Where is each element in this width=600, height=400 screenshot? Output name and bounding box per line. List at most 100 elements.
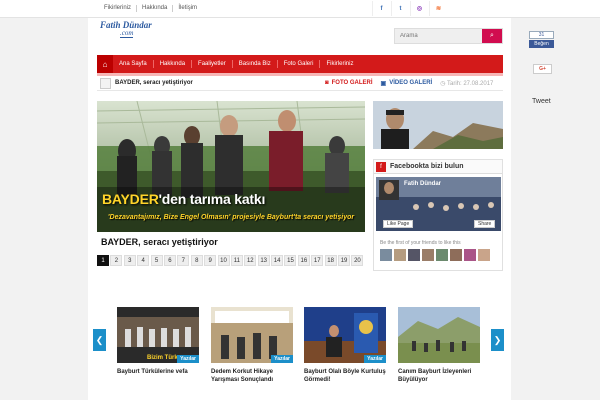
caption-rest: 'den tarıma katkı [158, 191, 266, 207]
card-title[interactable]: Dedem Korkut Hikaye Yarışması Sonuçlandı [211, 368, 293, 384]
pager-page-button[interactable]: 14 [271, 255, 284, 266]
ticker-icon [100, 77, 111, 89]
video-gallery-label: VİDEO GALERİ [389, 80, 433, 86]
home-icon: ⌂ [102, 59, 108, 69]
avatar[interactable] [408, 249, 420, 261]
pager-page-button[interactable]: 17 [311, 255, 324, 266]
pager-page-button[interactable]: 4 [137, 255, 150, 266]
card-title[interactable]: Bayburt Olalı Böyle Kurtuluş Görmedi! [304, 368, 386, 384]
pager-page-button[interactable]: 5 [150, 255, 163, 266]
date-label: ◷ Tarih: 27.08.2017 [440, 80, 493, 87]
photo-gallery-label: FOTO GALERİ [331, 80, 373, 86]
card-title[interactable]: Bayburt Türkülerine vefa [117, 368, 199, 376]
card-image: Yazılar [211, 307, 293, 363]
pager-page-button[interactable]: 15 [284, 255, 297, 266]
pager-page-button[interactable]: 3 [123, 255, 136, 266]
featured-slider[interactable]: BAYDER'den tarıma katkı 'Dezavantajımız,… [97, 101, 365, 232]
facebook-widget-header: f Facebookta bizi bulun [374, 160, 502, 174]
card-image: Bizim Türk Yazılar [117, 307, 199, 363]
slider-caption-sub: 'Dezavantajımız, Bize Engel Olmasın' pro… [107, 214, 355, 221]
pager-page-button[interactable]: 1 [97, 255, 109, 266]
top-bar: Fikirleriniz Hakkında İletişim f t ◎ ≋ [0, 0, 600, 18]
date-text: Tarih: 27.08.2017 [447, 80, 494, 87]
share-widgets: 31 Beğen [529, 31, 554, 48]
avatar[interactable] [394, 249, 406, 261]
logo-name: Fatih Dündar [100, 20, 152, 30]
pager-page-button[interactable]: 20 [351, 255, 364, 266]
carousel-card[interactable]: Yazılar Bayburt Olalı Böyle Kurtuluş Gör… [304, 307, 386, 384]
category-badge[interactable]: Yazılar [364, 355, 386, 363]
facebook-page-name[interactable]: Fatih Dündar [404, 181, 441, 187]
category-badge[interactable]: Yazılar [271, 355, 293, 363]
social-links: f t ◎ ≋ [372, 1, 448, 16]
post-carousel: ❮ ❯ Bizim Türk Yazılar Bayburt Türküleri… [93, 300, 504, 390]
google-plus-button[interactable]: G+ [533, 64, 552, 74]
pager-page-button[interactable]: 12 [244, 255, 257, 266]
facebook-friend-avatars [380, 249, 492, 261]
carousel-card[interactable]: Yazılar Dedem Korkut Hikaye Yarışması So… [211, 307, 293, 384]
pager-page-button[interactable]: 18 [324, 255, 337, 266]
nav-item-ana-sayfa[interactable]: Ana Sayfa [113, 60, 154, 68]
caption-brand: BAYDER [102, 191, 159, 207]
facebook-cover[interactable]: Fatih Dündar Like Page Share [376, 177, 501, 231]
profile-photo [373, 101, 503, 149]
pager-page-button[interactable]: 8 [190, 255, 203, 266]
like-count: 31 [529, 31, 554, 39]
pager-page-button[interactable]: 7 [177, 255, 190, 266]
facebook-icon[interactable]: f [372, 1, 390, 16]
pager-page-button[interactable]: 16 [297, 255, 310, 266]
carousel-card[interactable]: Canım Bayburt İzleyenleri Büyülüyor [398, 307, 480, 384]
top-link-iletisim[interactable]: İletişim [173, 5, 202, 12]
nav-item-fikirleriniz[interactable]: Fikirleriniz [320, 60, 359, 68]
home-button[interactable]: ⌂ [97, 55, 113, 73]
ticker-headline[interactable]: BAYDER, seracı yetiştiriyor [115, 80, 325, 86]
search-input[interactable] [395, 29, 480, 43]
card-title[interactable]: Canım Bayburt İzleyenleri Büyülüyor [398, 368, 480, 384]
nav-item-hakkinda[interactable]: Hakkında [154, 60, 193, 68]
nav-item-foto-galeri[interactable]: Foto Galeri [278, 60, 321, 68]
avatar[interactable] [450, 249, 462, 261]
pager-page-button[interactable]: 19 [338, 255, 351, 266]
nav-item-basinda-biz[interactable]: Basında Biz [233, 60, 278, 68]
card-image: Yazılar [304, 307, 386, 363]
slide-title[interactable]: BAYDER, seracı yetiştiriyor [101, 237, 218, 247]
avatar[interactable] [436, 249, 448, 261]
pager-page-button[interactable]: 9 [204, 255, 217, 266]
pager-page-button[interactable]: 10 [217, 255, 230, 266]
pager-page-button[interactable]: 13 [257, 255, 270, 266]
avatar[interactable] [464, 249, 476, 261]
pager-page-button[interactable]: 11 [230, 255, 243, 266]
tweet-button[interactable]: Tweet [532, 98, 551, 105]
search-button[interactable]: ⌕ [482, 29, 502, 43]
card-image [398, 307, 480, 363]
carousel-card[interactable]: Bizim Türk Yazılar Bayburt Türkülerine v… [117, 307, 199, 376]
slider-pager: 1 2 3 4 5 6 7 8 9 10 11 12 13 14 15 16 17 18 19 20 [97, 255, 365, 266]
top-links: Fikirleriniz Hakkında İletişim [104, 5, 202, 12]
facebook-share-button[interactable]: Share [474, 220, 496, 228]
category-badge[interactable]: Yazılar [177, 355, 199, 363]
facebook-friends-text: Be the first of your friends to like thi… [380, 240, 461, 246]
facebook-like-button[interactable]: Like Page [383, 220, 414, 228]
slider-image [97, 101, 365, 232]
photo-gallery-link[interactable]: ◙ FOTO GALERİ [325, 80, 373, 86]
site-logo[interactable]: Fatih Dündar .com [100, 20, 170, 40]
pager-page-button[interactable]: 6 [163, 255, 176, 266]
search-box: ⌕ [394, 28, 503, 44]
pager-page-button[interactable]: 2 [110, 255, 123, 266]
search-icon: ⌕ [490, 32, 494, 39]
avatar[interactable] [380, 249, 392, 261]
avatar[interactable] [422, 249, 434, 261]
top-link-hakkinda[interactable]: Hakkında [137, 5, 174, 12]
like-button[interactable]: Beğen [529, 40, 554, 48]
top-link-fikirleriniz[interactable]: Fikirleriniz [104, 5, 137, 12]
twitter-icon[interactable]: t [391, 1, 409, 16]
carousel-prev-button[interactable]: ❮ [93, 329, 106, 351]
facebook-widget: f Facebookta bizi bulun Fatih Dündar Lik… [373, 159, 503, 271]
avatar[interactable] [478, 249, 490, 261]
nav-item-faaliyetler[interactable]: Faaliyetler [192, 60, 233, 68]
instagram-icon[interactable]: ◎ [410, 1, 428, 16]
rss-icon[interactable]: ≋ [429, 1, 447, 16]
chevron-left-icon: ❮ [95, 334, 104, 345]
carousel-next-button[interactable]: ❯ [491, 329, 504, 351]
video-gallery-link[interactable]: ▣ VİDEO GALERİ [381, 80, 433, 87]
